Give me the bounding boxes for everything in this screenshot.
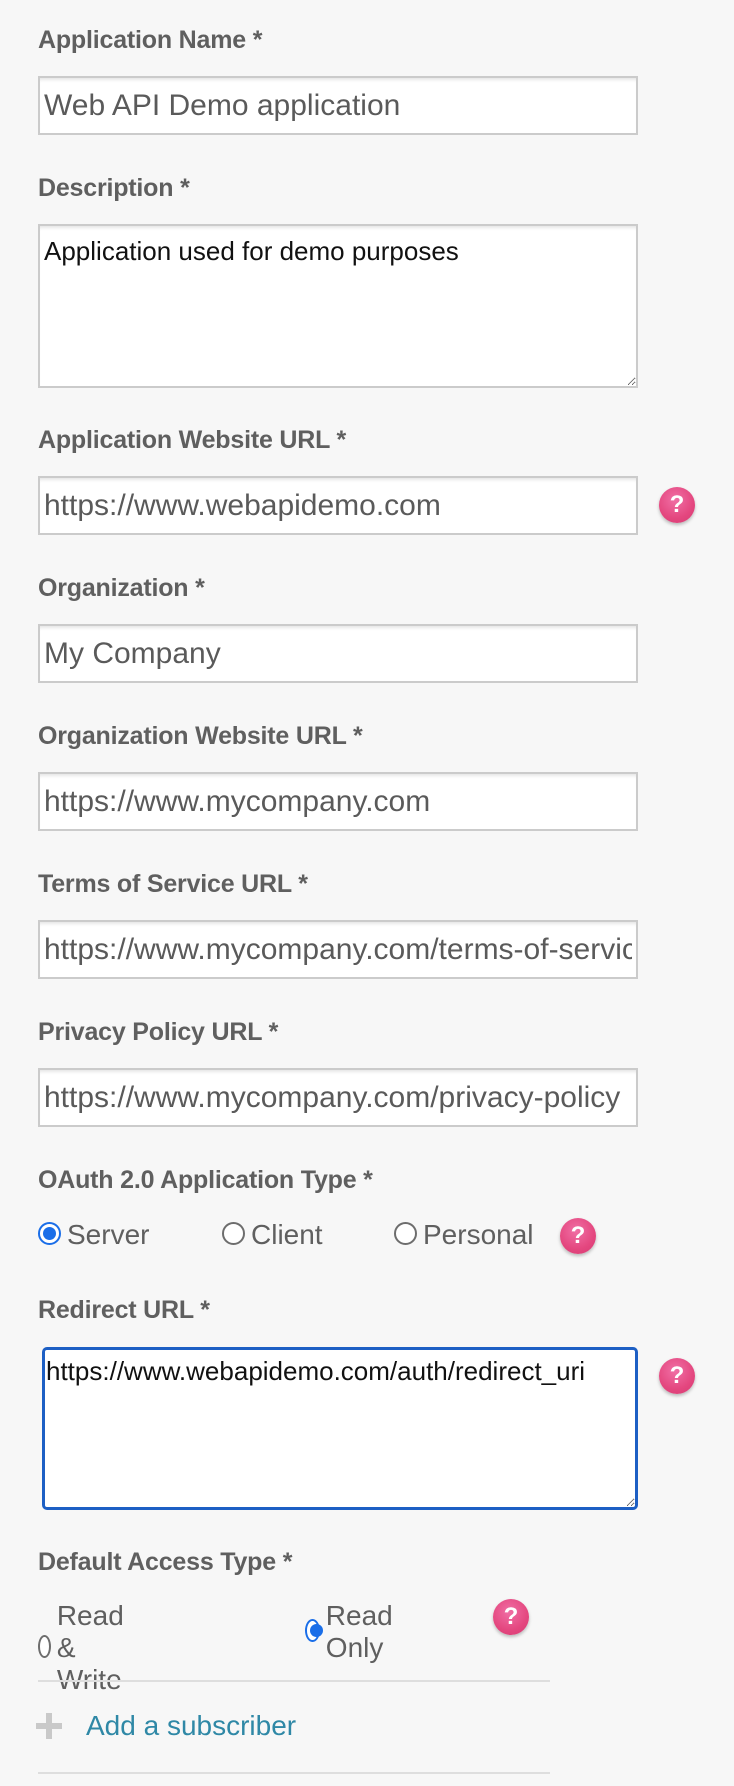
divider: [38, 1772, 550, 1774]
radio-label: Server: [67, 1219, 150, 1250]
radio-read-only[interactable]: Read Only: [305, 1600, 401, 1664]
divider: [38, 1680, 550, 1682]
radio-button-checked[interactable]: [38, 1221, 61, 1245]
oauth-type-label: OAuth 2.0 Application Type *: [38, 1166, 373, 1194]
radio-button[interactable]: [394, 1221, 417, 1245]
add-subscriber-row[interactable]: Add a subscriber: [36, 1710, 296, 1742]
radio-client[interactable]: Client: [222, 1219, 323, 1251]
radio-button[interactable]: [38, 1634, 51, 1658]
org-website-label: Organization Website URL *: [38, 722, 363, 750]
org-website-input[interactable]: [38, 772, 638, 831]
redirect-url-textarea[interactable]: https://www.webapidemo.com/auth/redirect…: [42, 1347, 638, 1510]
app-website-input[interactable]: [38, 476, 638, 535]
app-name-input[interactable]: [38, 76, 638, 135]
radio-personal[interactable]: Personal: [394, 1219, 534, 1251]
redirect-url-label: Redirect URL *: [38, 1296, 210, 1324]
help-icon[interactable]: ?: [560, 1218, 596, 1254]
organization-input[interactable]: [38, 624, 638, 683]
tos-url-label: Terms of Service URL *: [38, 870, 308, 898]
privacy-url-label: Privacy Policy URL *: [38, 1018, 279, 1046]
organization-label: Organization *: [38, 574, 205, 602]
radio-label: Client: [251, 1219, 323, 1250]
radio-button-checked[interactable]: [305, 1618, 323, 1642]
access-type-label: Default Access Type *: [38, 1548, 293, 1576]
app-website-label: Application Website URL *: [38, 426, 347, 454]
description-textarea[interactable]: Application used for demo purposes: [38, 224, 638, 388]
tos-url-input[interactable]: [38, 920, 638, 979]
radio-label: Personal: [423, 1219, 534, 1250]
app-name-label: Application Name *: [38, 26, 263, 54]
description-label: Description *: [38, 174, 190, 202]
help-icon[interactable]: ?: [659, 1358, 695, 1394]
plus-icon[interactable]: [36, 1713, 62, 1739]
help-icon[interactable]: ?: [659, 487, 695, 523]
radio-button[interactable]: [222, 1221, 245, 1245]
radio-label: Read Only: [325, 1600, 393, 1663]
privacy-url-input[interactable]: [38, 1068, 638, 1127]
add-subscriber-link[interactable]: Add a subscriber: [86, 1710, 296, 1742]
radio-server[interactable]: Server: [38, 1219, 149, 1251]
help-icon[interactable]: ?: [493, 1599, 529, 1635]
